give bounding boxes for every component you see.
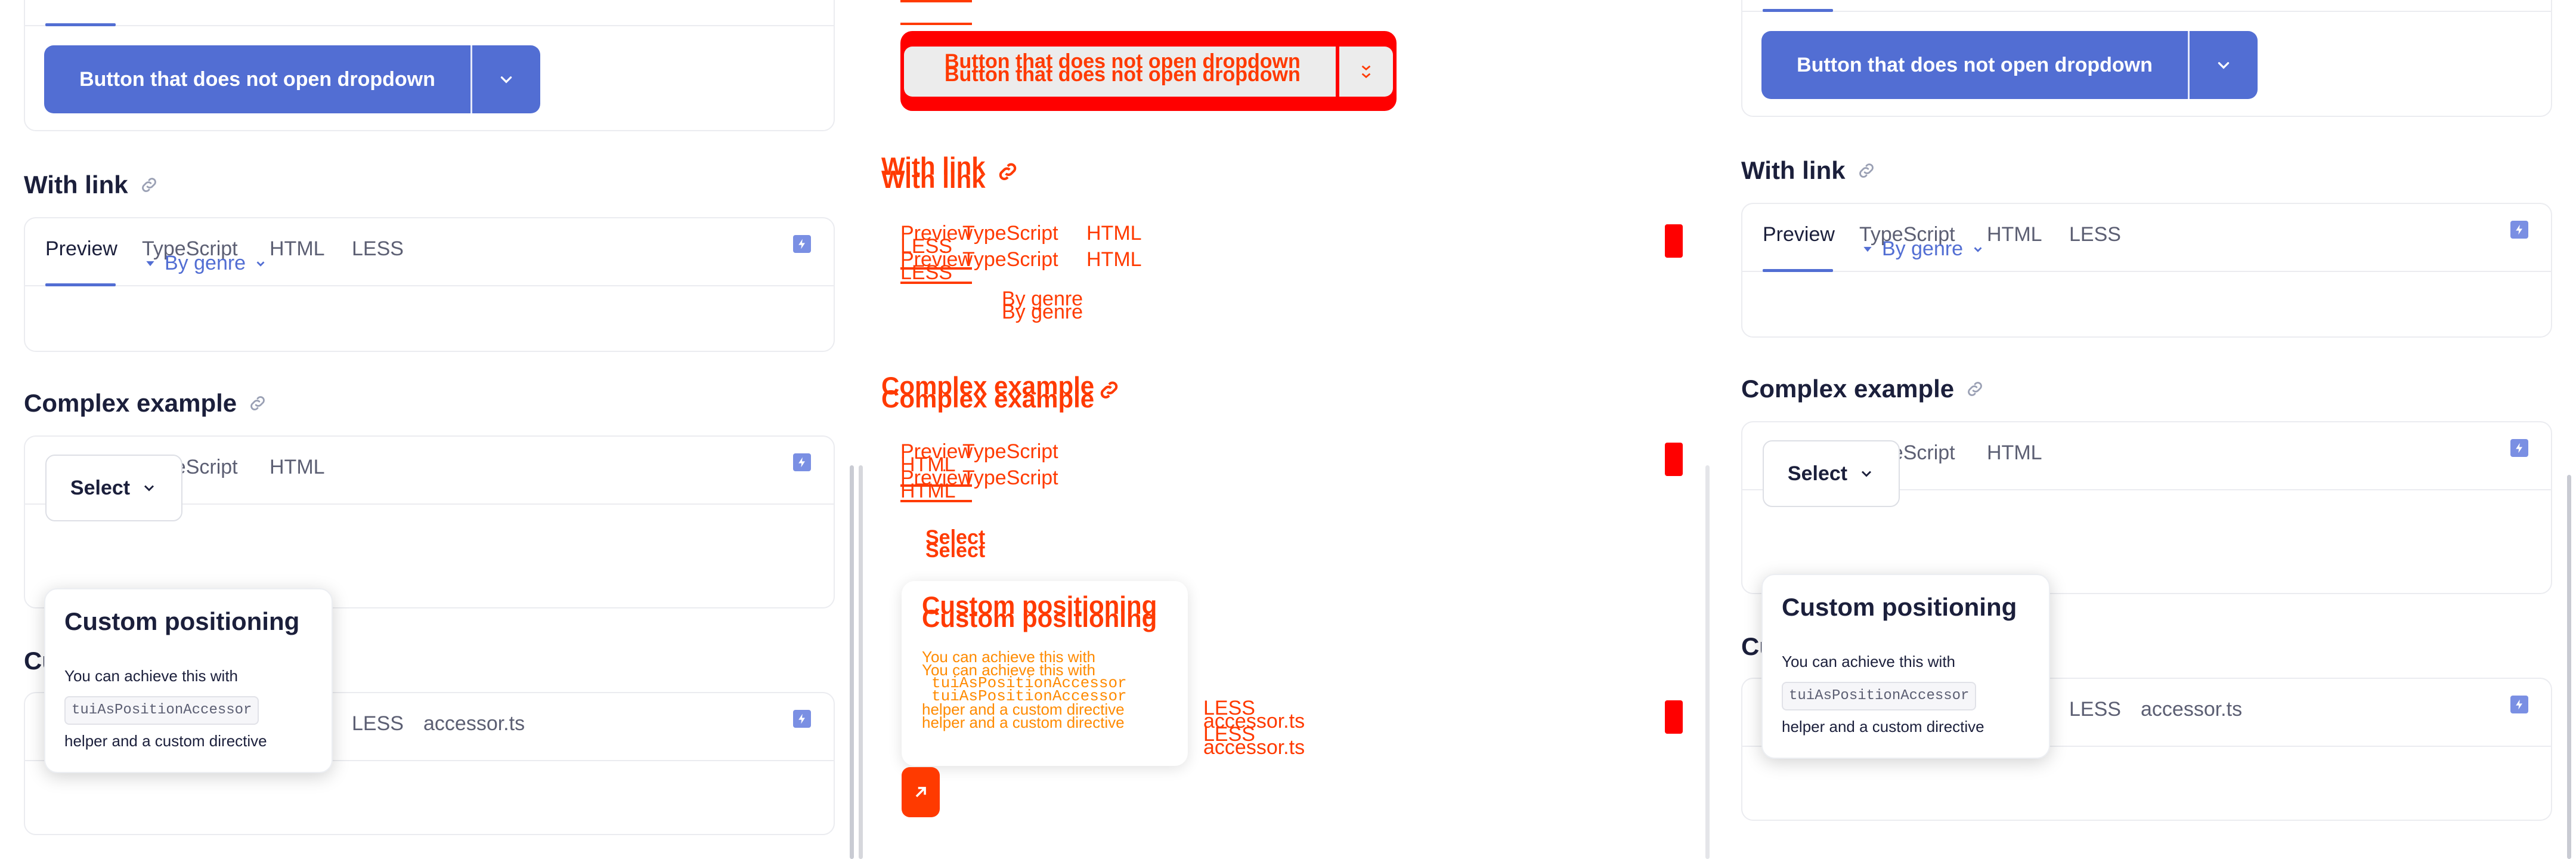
panel-right: Button that does not open dropdown With … [1717, 0, 2576, 859]
tab-less[interactable]: LESS [2069, 698, 2121, 721]
dropdown-toggle-button[interactable] [2190, 31, 2258, 99]
flash-icon[interactable] [1665, 443, 1683, 476]
split-button: Button that does not open dropdown [1761, 31, 2258, 99]
scrollbar[interactable] [1705, 465, 1710, 859]
complex-card: Preview TypeScript HTML Select [1741, 421, 2552, 594]
tab-underline [900, 23, 972, 25]
dropdown-example-card: Button that does not open dropdown [24, 0, 835, 131]
chevron-down-icon [1862, 471, 1872, 477]
popover-text: You can achieve this with You can achiev… [922, 648, 1127, 731]
tab-underline [900, 484, 972, 487]
tab-less[interactable]: LESS [352, 712, 404, 736]
tab-less[interactable]: LESS [2069, 223, 2121, 246]
tab-html[interactable]: HTML [1987, 441, 2042, 465]
tab-underline [900, 282, 972, 284]
arrow-up-right-icon [915, 787, 926, 798]
chevron-down-icon [2218, 62, 2230, 69]
scrollbar[interactable] [2567, 475, 2571, 859]
popover-text: You can achieve this with tuiAsPositionA… [64, 667, 267, 750]
tab-html[interactable]: HTML [270, 456, 325, 479]
button-no-dropdown[interactable]: Button that does not open dropdown [44, 45, 472, 113]
dropdown-example-card: Button that does not open dropdown [1741, 0, 2552, 117]
caret-down-icon [1863, 246, 1872, 252]
link-icon[interactable] [996, 160, 1020, 193]
popover-title: Custom positioning Custom positioning [922, 591, 1157, 632]
panel-left: Button that does not open dropdown With … [0, 0, 859, 859]
link-icon[interactable] [1965, 379, 1985, 399]
button-no-dropdown[interactable]: Button that does not open dropdown [1761, 31, 2190, 99]
scrollbar[interactable] [850, 465, 854, 859]
popover-text: You can achieve this with tuiAsPositionA… [1782, 653, 1984, 736]
custom-tabs: LESS accessor.ts LESS accessor.ts [1203, 697, 1305, 759]
select-button[interactable]: Select [1763, 440, 1900, 507]
chevron-down-icon [500, 76, 512, 84]
tab-preview[interactable]: Preview [1763, 223, 1835, 246]
genre-dropdown[interactable]: By genre [144, 252, 267, 275]
section-title-with-link: With link [1741, 156, 1877, 185]
flash-icon[interactable] [793, 453, 811, 471]
popover-title: Custom positioning [64, 607, 300, 635]
tab-html[interactable]: HTML [1987, 223, 2042, 246]
flash-icon[interactable] [1665, 224, 1683, 258]
chevron-down-icon [1361, 65, 1371, 78]
link-icon[interactable] [139, 175, 159, 195]
tab-underline [900, 500, 972, 502]
section-title-with-link: With link [24, 171, 159, 199]
chevron-down-icon [1974, 246, 1982, 252]
code-snippet: tuiAsPositionAccessor [64, 696, 259, 725]
genre-dropdown[interactable]: By genre [1862, 237, 1984, 261]
complex-tabs: PreviewTypeScript HTML PreviewTypeScript H… [900, 440, 1058, 502]
caret-down-icon [146, 261, 154, 266]
select-button[interactable]: Select Select [925, 527, 985, 561]
tab-underline [45, 23, 116, 26]
with-link-card: Preview TypeScript HTML LESS By genre [1741, 203, 2552, 338]
flash-icon[interactable] [793, 710, 811, 728]
flash-icon[interactable] [793, 235, 811, 253]
code-snippet: tuiAsPositionAccessor [1782, 682, 1977, 710]
tab-underline [900, 0, 972, 2]
tab-accessor-ts[interactable]: accessor.ts [423, 712, 525, 736]
select-button[interactable]: Select [45, 455, 182, 521]
tab-less[interactable]: LESS [352, 237, 404, 261]
link-icon[interactable] [247, 393, 268, 413]
flash-icon[interactable] [2510, 439, 2528, 457]
section-title-with-link: With link With link [881, 152, 986, 193]
complex-card: Preview TypeScript HTML Select [24, 435, 835, 608]
split-button: Button that does not open dropdown [44, 45, 540, 113]
flash-icon[interactable] [2510, 221, 2528, 239]
example-tabs [1742, 0, 2551, 12]
example-tabs [25, 0, 834, 26]
button-label-broken: Button that does not open dropdown Butto… [945, 50, 1301, 86]
tab-underline [1763, 269, 1833, 272]
chevron-down-icon [256, 261, 265, 267]
section-title-complex: Complex example [1741, 375, 1985, 403]
with-link-card: Preview TypeScript HTML LESS By genre [24, 217, 835, 352]
open-button[interactable] [902, 767, 940, 817]
link-icon[interactable] [1856, 160, 1877, 181]
section-title-complex: Complex example Complex example [881, 372, 1095, 413]
popover-title: Custom positioning [1782, 593, 2017, 621]
split-button-broken: Button that does not open dropdown Butto… [900, 31, 1397, 111]
chevron-down-icon [144, 485, 154, 492]
scrollbar[interactable] [859, 465, 863, 859]
section-title-complex: Complex example [24, 389, 268, 418]
custom-positioning-popover: Custom positioning You can achieve this … [44, 588, 333, 773]
genre-dropdown[interactable]: By genre By genre [1002, 289, 1083, 322]
dropdown-toggle-button[interactable] [472, 45, 540, 113]
tab-html[interactable]: HTML [270, 237, 325, 261]
tab-accessor-ts[interactable]: accessor.ts [2141, 698, 2242, 721]
custom-positioning-popover: Custom positioning Custom positioning Yo… [902, 581, 1188, 766]
panel-middle: Button that does not open dropdown Butto… [859, 0, 1717, 859]
with-link-tabs: PreviewTypeScript HTML LESS PreviewTypeScr… [900, 222, 1142, 284]
tab-underline [900, 267, 972, 270]
tab-preview[interactable]: Preview [45, 237, 117, 261]
flash-icon[interactable] [1665, 700, 1683, 734]
link-icon[interactable] [1097, 378, 1121, 412]
tab-underline [1763, 9, 1833, 12]
flash-icon[interactable] [2510, 696, 2528, 713]
custom-positioning-popover: Custom positioning You can achieve this … [1761, 574, 2050, 759]
dropdown-toggle-button[interactable] [1339, 47, 1393, 97]
tab-underline [45, 283, 116, 286]
